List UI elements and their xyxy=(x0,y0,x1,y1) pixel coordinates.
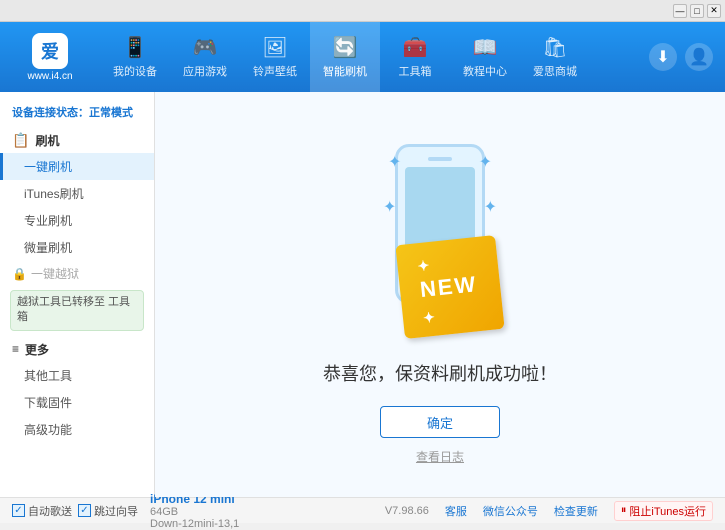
sidebar-item-other-tools[interactable]: 其他工具 xyxy=(0,362,154,389)
logo-url: www.i4.cn xyxy=(27,71,72,82)
wizard-check-icon: ✓ xyxy=(78,504,91,517)
nav-ringtones-label: 铃声壁纸 xyxy=(253,63,297,79)
logo-icon: 爱 xyxy=(32,33,68,69)
device-model: Down-12mini-13,1 xyxy=(150,518,239,530)
device-info: iPhone 12 mini 64GB Down-12mini-13,1 xyxy=(150,492,239,530)
nav-items: 📱 我的设备 🎮 应用游戏 🖼 铃声壁纸 🔄 智能刷机 🧰 工具箱 📖 教程中心… xyxy=(100,22,649,92)
content-area: ✦ ✦ ✦ ✦ NEW 恭喜您，保资料刷机成功啦！ 确定 查看日志 xyxy=(155,92,725,497)
nav-my-device[interactable]: 📱 我的设备 xyxy=(100,22,170,92)
wizard-label: 跳过向导 xyxy=(94,503,138,519)
sidebar-item-jailbreak: 🔒 一键越狱 xyxy=(0,261,154,286)
nav-ringtones[interactable]: 🖼 铃声壁纸 xyxy=(240,22,310,92)
daily-link[interactable]: 查看日志 xyxy=(416,448,464,465)
sparkle-mr: ✦ xyxy=(484,197,497,217)
sidebar-item-download-firmware[interactable]: 下载固件 xyxy=(0,389,154,416)
service-link[interactable]: 客服 xyxy=(445,503,467,519)
success-illustration: ✦ ✦ ✦ ✦ NEW xyxy=(340,124,540,344)
sidebar-item-pro-flash[interactable]: 专业刷机 xyxy=(0,207,154,234)
other-tools-label: 其他工具 xyxy=(24,369,72,383)
user-button[interactable]: 👤 xyxy=(685,43,713,71)
new-badge: NEW xyxy=(395,235,504,339)
save-flash-label: 微量刷机 xyxy=(24,241,72,255)
itunes-icon: ⏸ xyxy=(621,504,627,517)
one-key-flash-label: 一键刷机 xyxy=(24,160,72,174)
nav-tutorial[interactable]: 📖 教程中心 xyxy=(450,22,520,92)
nav-smart-flash-label: 智能刷机 xyxy=(323,63,367,79)
smart-flash-icon: 🔄 xyxy=(333,35,358,60)
tutorial-icon: 📖 xyxy=(473,35,498,60)
device-status: 设备连接状态：正常模式 xyxy=(0,100,154,128)
status-label: 设备连接状态： xyxy=(12,107,89,119)
titlebar: — □ ✕ xyxy=(0,0,725,22)
jailbreak-label: 一键越狱 xyxy=(31,265,79,282)
sparkle-tr: ✦ xyxy=(479,152,492,172)
auto-launch-label: 自动歌送 xyxy=(28,503,72,519)
my-device-icon: 📱 xyxy=(123,35,148,60)
footer-right: V7.98.66 客服 微信公众号 检查更新 ⏸ 阻止iTunes运行 xyxy=(385,501,713,521)
sidebar-item-itunes-flash[interactable]: iTunes刷机 xyxy=(0,180,154,207)
sidebar-item-advanced[interactable]: 高级功能 xyxy=(0,416,154,443)
more-icon: ≡ xyxy=(12,342,19,356)
nav-my-device-label: 我的设备 xyxy=(113,63,157,79)
wechat-link[interactable]: 微信公众号 xyxy=(483,503,538,519)
itunes-flash-label: iTunes刷机 xyxy=(24,187,84,201)
itunes-status[interactable]: ⏸ 阻止iTunes运行 xyxy=(614,501,713,521)
success-message: 恭喜您，保资料刷机成功啦！ xyxy=(323,360,557,386)
nav-apps-games-label: 应用游戏 xyxy=(183,63,227,79)
wizard-checkbox[interactable]: ✓ 跳过向导 xyxy=(78,503,138,519)
version-label: V7.98.66 xyxy=(385,505,429,517)
status-value: 正常模式 xyxy=(89,107,133,119)
auto-launch-checkbox[interactable]: ✓ 自动歌送 xyxy=(12,503,72,519)
sidebar-item-save-flash[interactable]: 微量刷机 xyxy=(0,234,154,261)
close-button[interactable]: ✕ xyxy=(707,4,721,18)
update-link[interactable]: 检查更新 xyxy=(554,503,598,519)
notice-text: 越狱工具已转移至 工具箱 xyxy=(17,296,130,323)
sidebar-item-one-key-flash[interactable]: 一键刷机 xyxy=(0,153,154,180)
advanced-label: 高级功能 xyxy=(24,423,72,437)
download-button[interactable]: ⬇ xyxy=(649,43,677,71)
nav-shop-label: 爱思商城 xyxy=(533,63,577,79)
more-group-header: ≡ 更多 xyxy=(0,335,154,362)
minimize-button[interactable]: — xyxy=(673,4,687,18)
apps-games-icon: 🎮 xyxy=(193,35,218,60)
jailbreak-notice: 越狱工具已转移至 工具箱 xyxy=(10,290,144,331)
shop-icon: 🛍 xyxy=(542,35,567,60)
header-actions: ⬇ 👤 xyxy=(649,43,725,71)
flash-group-header: 📋 刷机 xyxy=(0,128,154,153)
device-storage: 64GB xyxy=(150,506,239,518)
nav-toolbox-label: 工具箱 xyxy=(399,63,432,79)
footer-left: ✓ 自动歌送 ✓ 跳过向导 iPhone 12 mini 64GB Down-1… xyxy=(12,492,239,530)
ringtones-icon: 🖼 xyxy=(262,35,287,60)
footer: ✓ 自动歌送 ✓ 跳过向导 iPhone 12 mini 64GB Down-1… xyxy=(0,497,725,523)
pro-flash-label: 专业刷机 xyxy=(24,214,72,228)
lock-icon: 🔒 xyxy=(12,267,27,281)
logo: 爱 www.i4.cn xyxy=(0,33,100,82)
main-container: 设备连接状态：正常模式 📋 刷机 一键刷机 iTunes刷机 专业刷机 微量刷机… xyxy=(0,92,725,497)
more-group-label: 更多 xyxy=(25,341,49,358)
sidebar: 设备连接状态：正常模式 📋 刷机 一键刷机 iTunes刷机 专业刷机 微量刷机… xyxy=(0,92,155,497)
download-firmware-label: 下载固件 xyxy=(24,396,72,410)
phone-speaker xyxy=(428,157,452,161)
auto-launch-check-icon: ✓ xyxy=(12,504,25,517)
confirm-button[interactable]: 确定 xyxy=(380,406,500,438)
nav-tutorial-label: 教程中心 xyxy=(463,63,507,79)
header: 爱 www.i4.cn 📱 我的设备 🎮 应用游戏 🖼 铃声壁纸 🔄 智能刷机 … xyxy=(0,22,725,92)
maximize-button[interactable]: □ xyxy=(690,4,704,18)
toolbox-icon: 🧰 xyxy=(403,35,428,60)
nav-smart-flash[interactable]: 🔄 智能刷机 xyxy=(310,22,380,92)
nav-apps-games[interactable]: 🎮 应用游戏 xyxy=(170,22,240,92)
sparkle-tl: ✦ xyxy=(388,152,401,172)
sparkle-ml: ✦ xyxy=(383,197,396,217)
nav-toolbox[interactable]: 🧰 工具箱 xyxy=(380,22,450,92)
nav-shop[interactable]: 🛍 爱思商城 xyxy=(520,22,590,92)
flash-group-label: 刷机 xyxy=(35,132,59,149)
itunes-label: 阻止iTunes运行 xyxy=(629,503,706,519)
flash-group-icon: 📋 xyxy=(12,132,29,149)
